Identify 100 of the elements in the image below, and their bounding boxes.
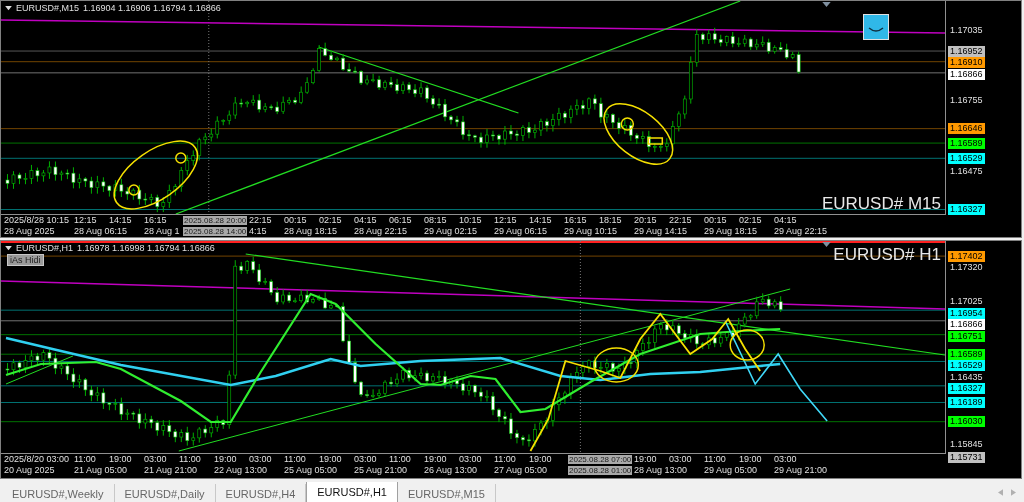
time-label: 14:15 (109, 215, 132, 225)
time-label: 00:15 (704, 215, 727, 225)
time-label: 28 Aug 13:00 (634, 465, 688, 475)
time-label: 03:00 (774, 454, 797, 464)
triangle-icon[interactable] (5, 245, 12, 251)
trend-line[interactable] (5, 355, 74, 385)
time-label: 28 Aug 1 (144, 226, 180, 236)
level-line[interactable] (1, 255, 945, 257)
time-label: 29 Aug 10:15 (564, 226, 618, 236)
chart-tab[interactable]: EURUSD#,H1 (306, 482, 398, 502)
annotation-ellipse (729, 329, 765, 361)
triangle-icon[interactable] (822, 242, 831, 247)
time-label: 04:15 (774, 215, 797, 225)
trend-line[interactable] (1, 19, 945, 34)
time-label: 11:00 (494, 454, 516, 464)
time-label: 18:15 (599, 215, 622, 225)
triangle-icon[interactable] (5, 5, 12, 11)
time-label: 11:00 (704, 454, 726, 464)
time-label: 03:00 (144, 454, 167, 464)
time-label: 03:00 (459, 454, 482, 464)
time-label: 22:15 (669, 215, 692, 225)
symbol-label: EURUSD# H1 (833, 245, 941, 265)
time-label: 29 Aug 02:15 (424, 226, 478, 236)
time-label: 19:00 (424, 454, 447, 464)
annotation-rectangle (647, 137, 664, 145)
level-line[interactable] (1, 421, 945, 423)
trend-line[interactable] (178, 288, 791, 452)
indicator-button[interactable]: iAs Hidi (7, 254, 44, 266)
time-label: 28 Aug 06:15 (74, 226, 128, 236)
time-label: 19:00 (319, 454, 342, 464)
price-tag: 1.16189 (948, 397, 985, 408)
time-label: 11:00 (74, 454, 96, 464)
time-label: 21 Aug 05:00 (74, 465, 128, 475)
time-label: 12:15 (494, 215, 517, 225)
time-label: 22:15 (249, 215, 272, 225)
chart-title: EURUSD#,H1 (16, 243, 73, 253)
time-label: 19:00 (739, 454, 762, 464)
smiley-icon[interactable] (863, 14, 889, 40)
price-label: 1.15845 (949, 438, 984, 450)
time-label: 11:00 (389, 454, 411, 464)
time-label: 06:15 (389, 215, 412, 225)
trend-line[interactable] (318, 46, 520, 114)
annotation-circle (128, 184, 140, 196)
price-label: 1.16435 (949, 371, 984, 383)
price-tag: 1.16646 (948, 123, 985, 135)
time-label: 4:15 (249, 226, 267, 236)
time-label: 28 Aug 18:15 (284, 226, 338, 236)
time-label: 03:00 (669, 454, 692, 464)
time-label: 29 Aug 06:15 (494, 226, 548, 236)
price-tag: 1.16529 (948, 360, 985, 372)
annotation-circle (620, 117, 635, 131)
price-tag: 1.17402 (948, 250, 985, 262)
annotation-ellipse (593, 347, 640, 383)
price-quotes: 1.16978 1.16998 1.16794 1.16866 (77, 243, 215, 253)
time-label: 20 Aug 2025 (4, 465, 55, 475)
time-label: 27 Aug 05:00 (494, 465, 548, 475)
time-label: 00:15 (284, 215, 307, 225)
price-tag: 1.15731 (948, 452, 985, 464)
price-label: 1.17320 (949, 262, 984, 274)
symbol-label: EURUSD# M15 (821, 194, 941, 214)
price-tag: 1.16954 (948, 307, 985, 319)
chart-title: EURUSD#,M15 (16, 3, 80, 13)
time-label: 29 Aug 05:00 (704, 465, 758, 475)
time-label: 16:15 (564, 215, 587, 225)
price-label: 1.16755 (949, 95, 984, 107)
time-label: 2025/8/28 10:15 (4, 215, 70, 225)
time-label: 25 Aug 05:00 (284, 465, 338, 475)
time-label: 11:00 (179, 454, 201, 464)
price-tag: 1.16952 (948, 45, 985, 57)
price-tag: 1.16751 (948, 330, 985, 342)
annotation-circle (175, 152, 187, 164)
price-tag: 1.16327 (948, 383, 985, 395)
time-label: 19:00 (214, 454, 237, 464)
time-label: 19:00 (634, 454, 657, 464)
annotation-ellipse (603, 103, 674, 165)
time-label: 22 Aug 13:00 (214, 465, 268, 475)
price-tag: 1.16910 (948, 57, 985, 69)
price-tag: 1.16529 (948, 152, 985, 164)
time-label: 11:00 (284, 454, 306, 464)
time-label: 21 Aug 21:00 (144, 465, 198, 475)
time-label: 29 Aug 18:15 (704, 226, 758, 236)
time-label: 03:00 (249, 454, 272, 464)
cursor-time-label: 2025.08.28 01:00 (568, 466, 633, 475)
level-line[interactable] (1, 128, 945, 130)
level-line[interactable] (1, 334, 945, 336)
triangle-icon[interactable] (822, 2, 831, 7)
time-label: 28 Aug 22:15 (354, 226, 408, 236)
price-tag: 1.16030 (948, 416, 985, 428)
price-tag: 1.16589 (948, 137, 985, 149)
time-label: 2025/8/20 03:00 (4, 454, 70, 464)
cursor-time-label: 2025.08.28 20:00 (183, 216, 248, 225)
time-label: 08:15 (424, 215, 447, 225)
time-label: 26 Aug 13:00 (424, 465, 478, 475)
price-tag: 1.16589 (948, 348, 985, 360)
level-line[interactable] (1, 142, 945, 144)
time-label: 02:15 (739, 215, 762, 225)
time-label: 10:15 (459, 215, 482, 225)
cursor-time-label: 2025.08.28 07:00 (568, 455, 633, 464)
price-label: 1.17025 (949, 296, 984, 308)
time-label: 14:15 (529, 215, 552, 225)
